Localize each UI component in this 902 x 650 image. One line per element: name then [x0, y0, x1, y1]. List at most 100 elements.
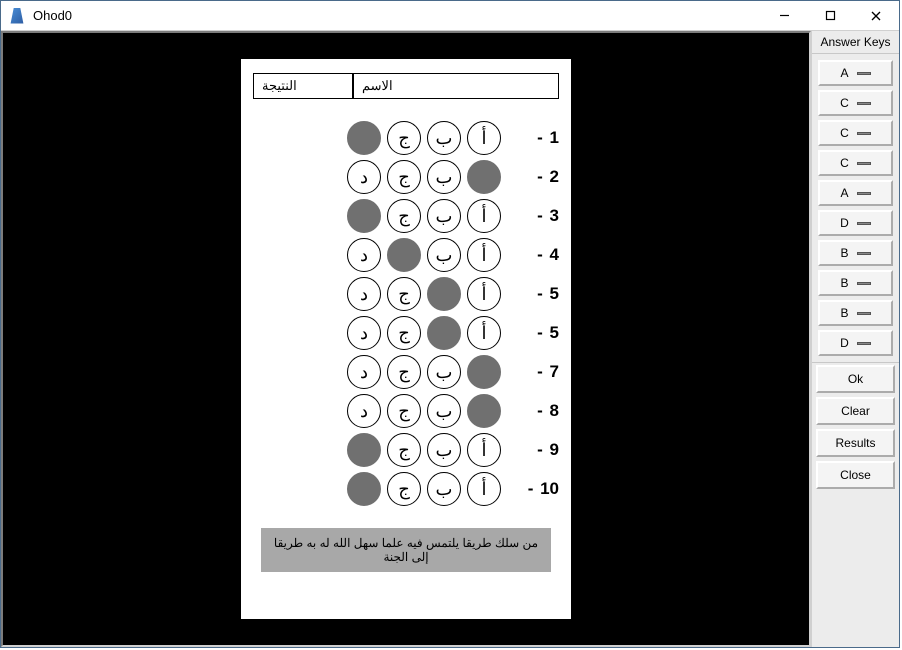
answer-bubble[interactable]: ب: [427, 160, 461, 194]
answer-bubble[interactable]: أ: [467, 199, 501, 233]
answer-key-selector[interactable]: A: [818, 60, 893, 86]
question-row: دجبأ - 9: [253, 433, 559, 467]
answer-bubble[interactable]: أ: [467, 316, 501, 350]
ok-button[interactable]: Ok: [816, 365, 895, 393]
answer-bubble[interactable]: ج: [387, 160, 421, 194]
question-number: - 4: [509, 245, 559, 265]
answer-bubble[interactable]: ج: [387, 472, 421, 506]
answer-bubble[interactable]: ب: [427, 355, 461, 389]
maximize-button[interactable]: [807, 1, 853, 31]
answer-key-selector[interactable]: D: [818, 210, 893, 236]
question-number: - 9: [509, 440, 559, 460]
name-label: الاسم: [362, 78, 393, 94]
answer-key-label: C: [840, 96, 849, 110]
answer-key-label: C: [840, 156, 849, 170]
sidebar: Answer Keys ACCCADBBBD Ok Clear Results …: [811, 31, 899, 647]
answer-bubble[interactable]: أ: [467, 238, 501, 272]
dropdown-indicator-icon: [857, 252, 871, 255]
answer-bubble[interactable]: أ: [467, 394, 501, 428]
answer-key-selector[interactable]: C: [818, 90, 893, 116]
answer-bubble[interactable]: ج: [387, 199, 421, 233]
window-title: Ohod0: [31, 8, 761, 23]
answer-bubble[interactable]: ب: [427, 277, 461, 311]
answer-bubble[interactable]: د: [347, 394, 381, 428]
answer-bubble[interactable]: د: [347, 160, 381, 194]
question-row: دجبأ - 5: [253, 277, 559, 311]
answer-bubble[interactable]: أ: [467, 160, 501, 194]
app-icon: [9, 8, 25, 24]
result-field: النتيجة: [253, 73, 353, 99]
hadith-quote: من سلك طريقا يلتمس فيه علما سهل الله له …: [261, 528, 551, 572]
question-number: - 5: [509, 284, 559, 304]
answer-bubble[interactable]: د: [347, 355, 381, 389]
answer-bubble[interactable]: ب: [427, 238, 461, 272]
answer-bubble[interactable]: د: [347, 238, 381, 272]
answer-bubble[interactable]: د: [347, 472, 381, 506]
answer-bubble[interactable]: ب: [427, 472, 461, 506]
answer-bubble[interactable]: د: [347, 277, 381, 311]
answer-bubble[interactable]: د: [347, 199, 381, 233]
answer-bubble[interactable]: ب: [427, 394, 461, 428]
answer-bubble[interactable]: أ: [467, 355, 501, 389]
answer-bubble[interactable]: أ: [467, 472, 501, 506]
question-row: دجبأ - 1: [253, 121, 559, 155]
question-number: - 8: [509, 401, 559, 421]
answer-key-selector[interactable]: B: [818, 240, 893, 266]
answer-sheet: النتيجة الاسم دجبأ- 1دجبأ- 2دجبأ- 3دجبأ-…: [241, 59, 571, 619]
question-number: - 2: [509, 167, 559, 187]
answer-bubble[interactable]: أ: [467, 121, 501, 155]
answer-key-selector[interactable]: D: [818, 330, 893, 356]
answer-key-selector[interactable]: C: [818, 120, 893, 146]
question-row: دجبأ - 7: [253, 355, 559, 389]
answer-bubble[interactable]: د: [347, 121, 381, 155]
answer-key-selector[interactable]: A: [818, 180, 893, 206]
answer-bubble[interactable]: ج: [387, 433, 421, 467]
question-row: دجبأ - 10: [253, 472, 559, 506]
question-row: دجبأ - 5: [253, 316, 559, 350]
question-number: - 10: [509, 479, 559, 499]
answer-key-label: B: [840, 276, 848, 290]
close-button[interactable]: Close: [816, 461, 895, 489]
answer-bubble[interactable]: ب: [427, 316, 461, 350]
clear-button[interactable]: Clear: [816, 397, 895, 425]
answer-key-label: B: [840, 246, 848, 260]
results-button[interactable]: Results: [816, 429, 895, 457]
answer-key-selector[interactable]: C: [818, 150, 893, 176]
answer-key-label: D: [840, 216, 849, 230]
answer-bubble[interactable]: أ: [467, 433, 501, 467]
answer-bubble[interactable]: ب: [427, 433, 461, 467]
answer-bubble[interactable]: ج: [387, 355, 421, 389]
dropdown-indicator-icon: [857, 72, 871, 75]
answer-key-label: A: [840, 66, 848, 80]
answer-bubble[interactable]: د: [347, 316, 381, 350]
dropdown-indicator-icon: [857, 342, 871, 345]
question-row: دجبأ - 8: [253, 394, 559, 428]
answer-bubble[interactable]: ج: [387, 316, 421, 350]
answer-key-selector[interactable]: B: [818, 300, 893, 326]
close-window-button[interactable]: [853, 1, 899, 31]
answer-bubble[interactable]: د: [347, 433, 381, 467]
answer-key-selector[interactable]: B: [818, 270, 893, 296]
answer-bubble[interactable]: ج: [387, 277, 421, 311]
answer-bubble[interactable]: ج: [387, 121, 421, 155]
answer-bubble[interactable]: ج: [387, 394, 421, 428]
dropdown-indicator-icon: [857, 102, 871, 105]
question-row: دجبأ - 4: [253, 238, 559, 272]
dropdown-indicator-icon: [857, 192, 871, 195]
dropdown-indicator-icon: [857, 282, 871, 285]
question-number: - 5: [509, 323, 559, 343]
question-number: - 1: [509, 128, 559, 148]
question-number: - 7: [509, 362, 559, 382]
answer-key-label: A: [840, 186, 848, 200]
answer-bubble[interactable]: ب: [427, 121, 461, 155]
dropdown-indicator-icon: [857, 162, 871, 165]
answer-bubble[interactable]: أ: [467, 277, 501, 311]
titlebar: Ohod0: [1, 1, 899, 31]
question-row: دجبأ- 3: [253, 199, 559, 233]
minimize-button[interactable]: [761, 1, 807, 31]
answer-bubble[interactable]: ج: [387, 238, 421, 272]
name-field: الاسم: [353, 73, 559, 99]
answer-bubble[interactable]: ب: [427, 199, 461, 233]
answer-key-label: B: [840, 306, 848, 320]
question-row: دجبأ - 2: [253, 160, 559, 194]
